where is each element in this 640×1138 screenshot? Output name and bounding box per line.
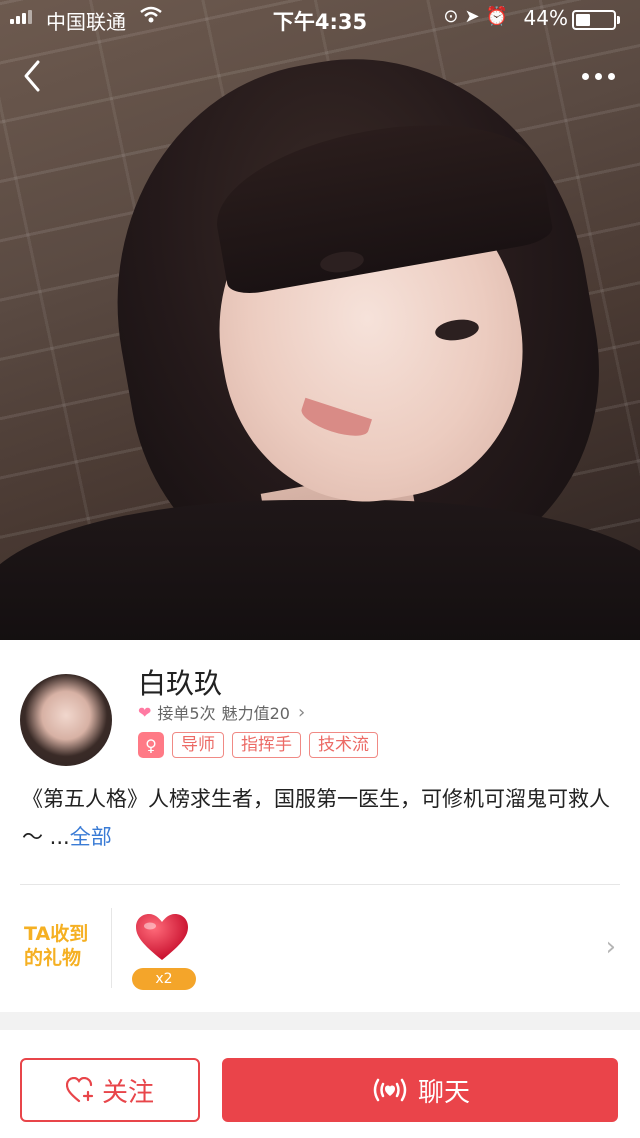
status-bar: 中国联通 下午4:35 ⊙➤⏰ 44% (0, 0, 640, 34)
avatar[interactable] (20, 674, 112, 766)
divider (20, 884, 620, 885)
location-icon: ➤ (464, 6, 486, 27)
profile-name: 白玖玖 (138, 667, 223, 700)
tag-item: 指挥手 (232, 732, 301, 758)
charm-value: 魅力值20 (221, 704, 290, 723)
follow-label: 关注 (101, 1077, 154, 1108)
more-options-icon[interactable] (582, 66, 622, 86)
gifts-title-line2: 的礼物 (24, 947, 82, 969)
heart-plus-icon (65, 1077, 94, 1103)
profile-bio: 《第五人格》人榜求生者，国服第一医生，可修机可溜鬼可救人～ ...全部 (22, 780, 618, 856)
gifts-row[interactable]: TA收到 的礼物 x2 › (0, 886, 640, 1010)
profile-stats[interactable]: ❤ 接单5次 魅力值20 › (138, 700, 305, 724)
profile-photo[interactable] (0, 0, 640, 640)
back-icon[interactable] (14, 54, 54, 98)
female-icon: ♀ (138, 732, 164, 758)
gifts-title-line1: TA收到 (24, 923, 89, 945)
chevron-right-icon: › (605, 932, 616, 962)
status-icons: ⊙➤⏰ (443, 6, 514, 27)
battery-percent: 44% (523, 6, 568, 30)
vertical-divider (111, 908, 112, 988)
chevron-right-icon: › (297, 701, 306, 723)
tag-list: ♀ 导师 指挥手 技术流 (138, 732, 378, 758)
section-separator (0, 1012, 640, 1030)
tag-item: 导师 (172, 732, 224, 758)
tag-item: 技术流 (309, 732, 378, 758)
rotation-lock-icon: ⊙ (443, 6, 465, 27)
battery-nub (617, 16, 620, 24)
heart-gift-icon (136, 914, 188, 960)
battery-icon (572, 10, 620, 30)
gift-count-badge: x2 (132, 968, 196, 990)
alarm-icon: ⏰ (485, 6, 514, 27)
gifts-title: TA收到 的礼物 (24, 922, 104, 970)
orders-count: 接单5次 (157, 704, 216, 723)
chat-label: 聊天 (417, 1077, 470, 1108)
heart-icon: ❤ (138, 702, 152, 722)
bio-expand-link[interactable]: 全部 (70, 825, 112, 849)
follow-button[interactable]: 关注 (20, 1058, 200, 1122)
bottom-action-bar: 关注 聊天 (0, 1030, 640, 1138)
chat-button[interactable]: 聊天 (222, 1058, 618, 1122)
battery-fill (576, 14, 590, 26)
broadcast-heart-icon (373, 1078, 407, 1102)
